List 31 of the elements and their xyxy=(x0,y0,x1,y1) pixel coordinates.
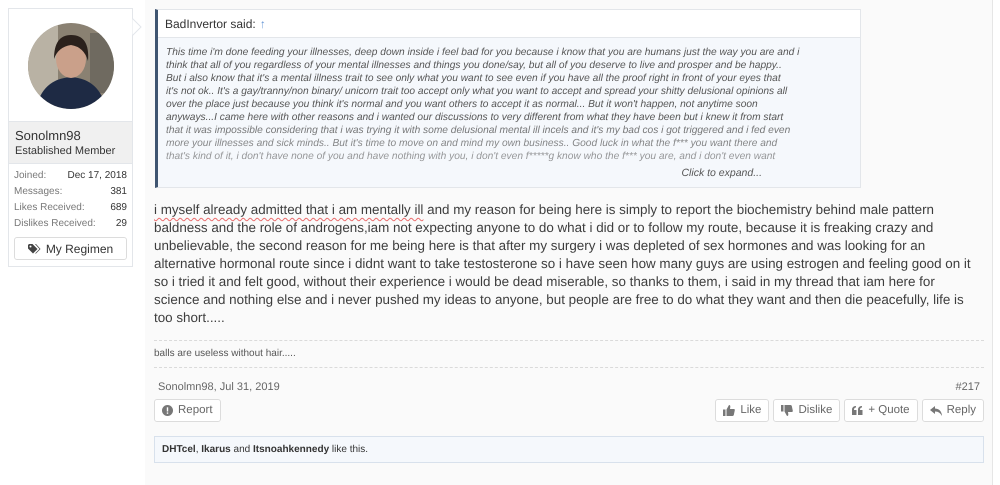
quote-author: BadInvertor said: xyxy=(165,16,256,32)
post-message: i myself already admitted that i am mentally ill and my reason for being here is simply to report the biochemistry behind male pattern baldness and the role of androgens,iam not expecting anyone to do what i did or to follow my route, because it is freaking crazy and unbelievable, the second reason for me being here is that after my surgery i was depleted of sex hormones and was looking for an alternative hormonal route since i didnt want to take testosterone so i have seen how many guys are using estrogen and feeling good on it so i tried it and felt good, without their experience i would be dead miserable, so thanks to them, i said in my thread that iam here for science and nothing else and i never pushed my ideas to anyone, but people are free to do what they want and then die peacefully, life is too short..... xyxy=(154,201,972,327)
user-title: Established Member xyxy=(15,144,116,158)
post-author-date[interactable]: Sonolmn98, Jul 31, 2019 xyxy=(158,380,280,394)
thumbs-down-icon xyxy=(781,405,794,416)
stat-value: 29 xyxy=(116,217,127,231)
regimen-button[interactable]: My Regimen xyxy=(14,237,127,260)
post-number[interactable]: #217 xyxy=(956,380,980,394)
stat-label: Joined: xyxy=(14,169,46,183)
likes-summary: DHTcel, Ikarus and Itsnoahkennedy like this. xyxy=(162,443,368,457)
jump-link[interactable]: ↑ xyxy=(260,14,266,32)
quote-icon xyxy=(852,406,864,415)
username[interactable]: Sonolmn98 xyxy=(15,127,126,144)
stat-label: Messages: xyxy=(14,185,62,199)
quote-text: This time i'm done feeding your illnesses, deep down inside i feel bad for you because i know that you are humans just the way you are and i think that all of you regardless of your mental illnesses and things you done/say, but all of you deserve to live and prosper and be happy.. But i also know that it's a mental illness trait to see only what you want to see even if you have all the proof right in front of your eyes that it's not ok.. It's a gay/tranny/non binary/ unicorn trait too accept only what you want to accept and spread your shitty delusional opinions all over the place just because you think it's normal and you want others to accept it as normal... But it won't happen, not anytime soon anyways...I came here with other reasons and i wanted our discussions to very different from what they have been but i knew it from start that it was impossible considering that i was trying it with some delusional mental ill incels and it's my bad cos i got triggered and i fed even more your illnesses and sick minds.. But it's time to move on and mind my own business.. Good luck in what the f*** you want there and that's kind of it, i don't have none of you and have nothing with you, i don't even f*****g know who the f*** you are, and i don't even want xyxy=(166,46,800,164)
dislike-button[interactable]: Dislike xyxy=(773,399,840,422)
report-button[interactable]: Report xyxy=(154,399,221,422)
stat-value: 381 xyxy=(110,185,127,199)
info-icon xyxy=(162,405,173,416)
reply-button[interactable]: Reply xyxy=(922,399,984,422)
like-button[interactable]: Like xyxy=(715,399,770,422)
stat-label: Likes Received: xyxy=(14,201,85,215)
signature-text: balls are useless without hair..... xyxy=(154,347,297,361)
reply-icon xyxy=(930,406,942,416)
stat-label: Dislikes Received: xyxy=(14,217,96,231)
thumbs-up-icon xyxy=(723,405,736,416)
stat-value: 689 xyxy=(110,201,127,215)
tag-icon xyxy=(28,244,41,254)
quote-button[interactable]: + Quote xyxy=(844,399,918,422)
expand-link[interactable]: Click to expand... xyxy=(681,166,762,180)
stat-value: Dec 17, 2018 xyxy=(68,169,127,183)
